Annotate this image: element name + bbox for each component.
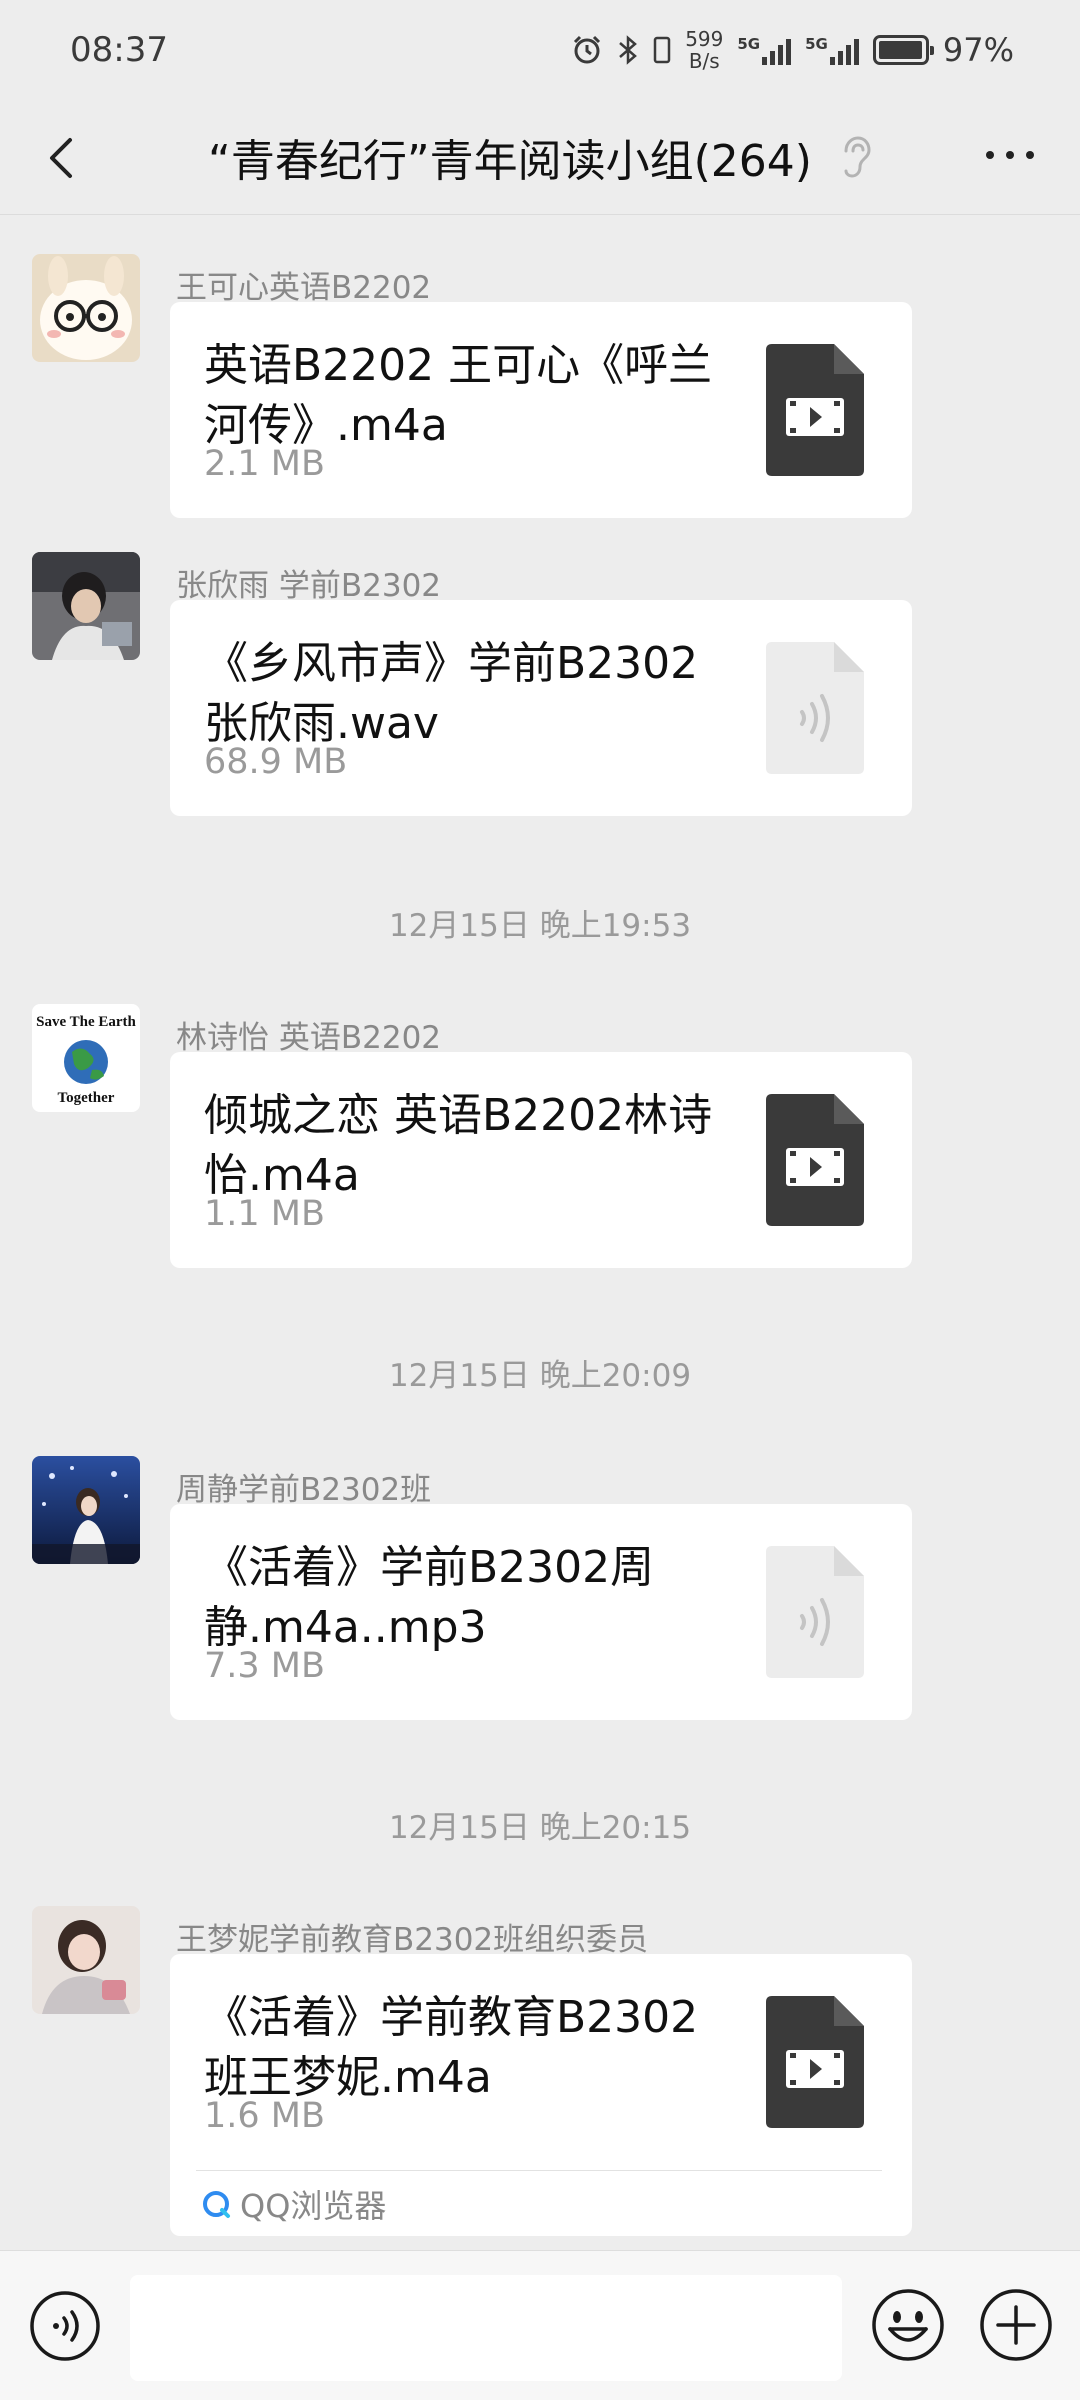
- more-icon[interactable]: [980, 140, 1040, 170]
- file-message-card[interactable]: 《乡风市声》学前B2302张欣雨.wav 68.9 MB: [170, 600, 912, 816]
- message-input[interactable]: [130, 2275, 842, 2381]
- signal-icon: 5G: [737, 35, 792, 65]
- voice-icon[interactable]: [28, 2289, 102, 2363]
- file-name: 英语B2202 王可心《呼兰河传》.m4a: [204, 340, 713, 451]
- status-icons: 599 B/s 5G 5G 97%: [571, 28, 1014, 72]
- back-icon[interactable]: [40, 128, 80, 188]
- file-size: 68.9 MB: [204, 742, 348, 782]
- timestamp: 12月15日 晚上19:53: [388, 908, 692, 944]
- chat-message-list[interactable]: 王可心英语B2202 英语B2202 王可心《呼兰河传》.m4a 2.1 MB: [0, 216, 1080, 2250]
- file-size: 2.1 MB: [204, 444, 325, 484]
- file-name: 《乡风市声》学前B2302张欣雨.wav: [204, 638, 699, 749]
- sender-name: 林诗怡 英语B2202: [176, 1020, 442, 1056]
- audio-file-icon: [766, 642, 864, 774]
- chat-header: “青春纪行”青年阅读小组(264): [0, 100, 1080, 215]
- file-name: 《活着》学前教育B2302班王梦妮.m4a: [204, 1992, 699, 2103]
- plus-icon[interactable]: [978, 2287, 1054, 2363]
- video-file-icon: [766, 1094, 864, 1226]
- audio-file-icon: [766, 1546, 864, 1678]
- file-name: 倾城之恋 英语B2202林诗怡.m4a: [204, 1090, 713, 1201]
- source-app-name: QQ浏览器: [240, 2186, 387, 2225]
- avatar[interactable]: Save The Earth Together: [32, 1004, 140, 1112]
- timestamp: 12月15日 晚上20:09: [388, 1358, 692, 1394]
- sender-name: 周静学前B2302班: [176, 1472, 432, 1508]
- network-speed: 599 B/s: [685, 28, 723, 72]
- avatar[interactable]: [32, 552, 140, 660]
- battery-fill: [878, 41, 922, 59]
- avatar-text-bottom: Together: [58, 1090, 115, 1106]
- network-speed-unit: B/s: [688, 49, 720, 73]
- signal-2-label: 5G: [805, 35, 828, 53]
- battery-percent: 97%: [942, 31, 1014, 69]
- bluetooth-icon: [619, 35, 638, 65]
- battery-icon: [872, 35, 934, 65]
- status-bar: 08:37 599 B/s 5G 5G 97%: [0, 0, 1080, 100]
- emoji-icon[interactable]: [870, 2287, 946, 2363]
- file-message-card[interactable]: 《活着》学前教育B2302班王梦妮.m4a 1.6 MB QQ浏览器: [170, 1954, 912, 2236]
- file-message-card[interactable]: 《活着》学前B2302周静.m4a..mp3 7.3 MB: [170, 1504, 912, 1720]
- video-file-icon: [766, 1996, 864, 2128]
- signal-1-label: 5G: [737, 35, 761, 53]
- input-bar: [0, 2250, 1080, 2400]
- file-size: 1.6 MB: [204, 2096, 325, 2136]
- network-speed-value: 599: [685, 27, 724, 51]
- avatar[interactable]: [32, 1906, 140, 2014]
- source-app-footer: QQ浏览器: [196, 2170, 882, 2236]
- file-size: 7.3 MB: [204, 1646, 325, 1686]
- file-name: 《活着》学前B2302周静.m4a..mp3: [204, 1542, 655, 1653]
- sender-name: 王可心英语B2202: [176, 270, 432, 306]
- sim-card-icon: [653, 36, 671, 64]
- avatar-text-top: Save The Earth: [36, 1014, 136, 1030]
- status-time: 08:37: [70, 30, 168, 70]
- ear-icon: [844, 136, 871, 178]
- timestamp: 12月15日 晚上20:15: [388, 1810, 692, 1846]
- video-file-icon: [766, 344, 864, 476]
- qq-browser-icon: [203, 2190, 230, 2218]
- alarm-icon: [574, 35, 601, 64]
- signal-icon: 5G: [805, 35, 859, 65]
- avatar[interactable]: [32, 254, 140, 362]
- chat-title: “青春纪行”青年阅读小组(264): [208, 136, 812, 187]
- file-message-card[interactable]: 英语B2202 王可心《呼兰河传》.m4a 2.1 MB: [170, 302, 912, 518]
- sender-name: 张欣雨 学前B2302: [176, 568, 442, 604]
- file-size: 1.1 MB: [204, 1194, 325, 1234]
- sender-name: 王梦妮学前教育B2302班组织委员: [176, 1922, 649, 1958]
- file-message-card[interactable]: 倾城之恋 英语B2202林诗怡.m4a 1.1 MB: [170, 1052, 912, 1268]
- avatar[interactable]: [32, 1456, 140, 1564]
